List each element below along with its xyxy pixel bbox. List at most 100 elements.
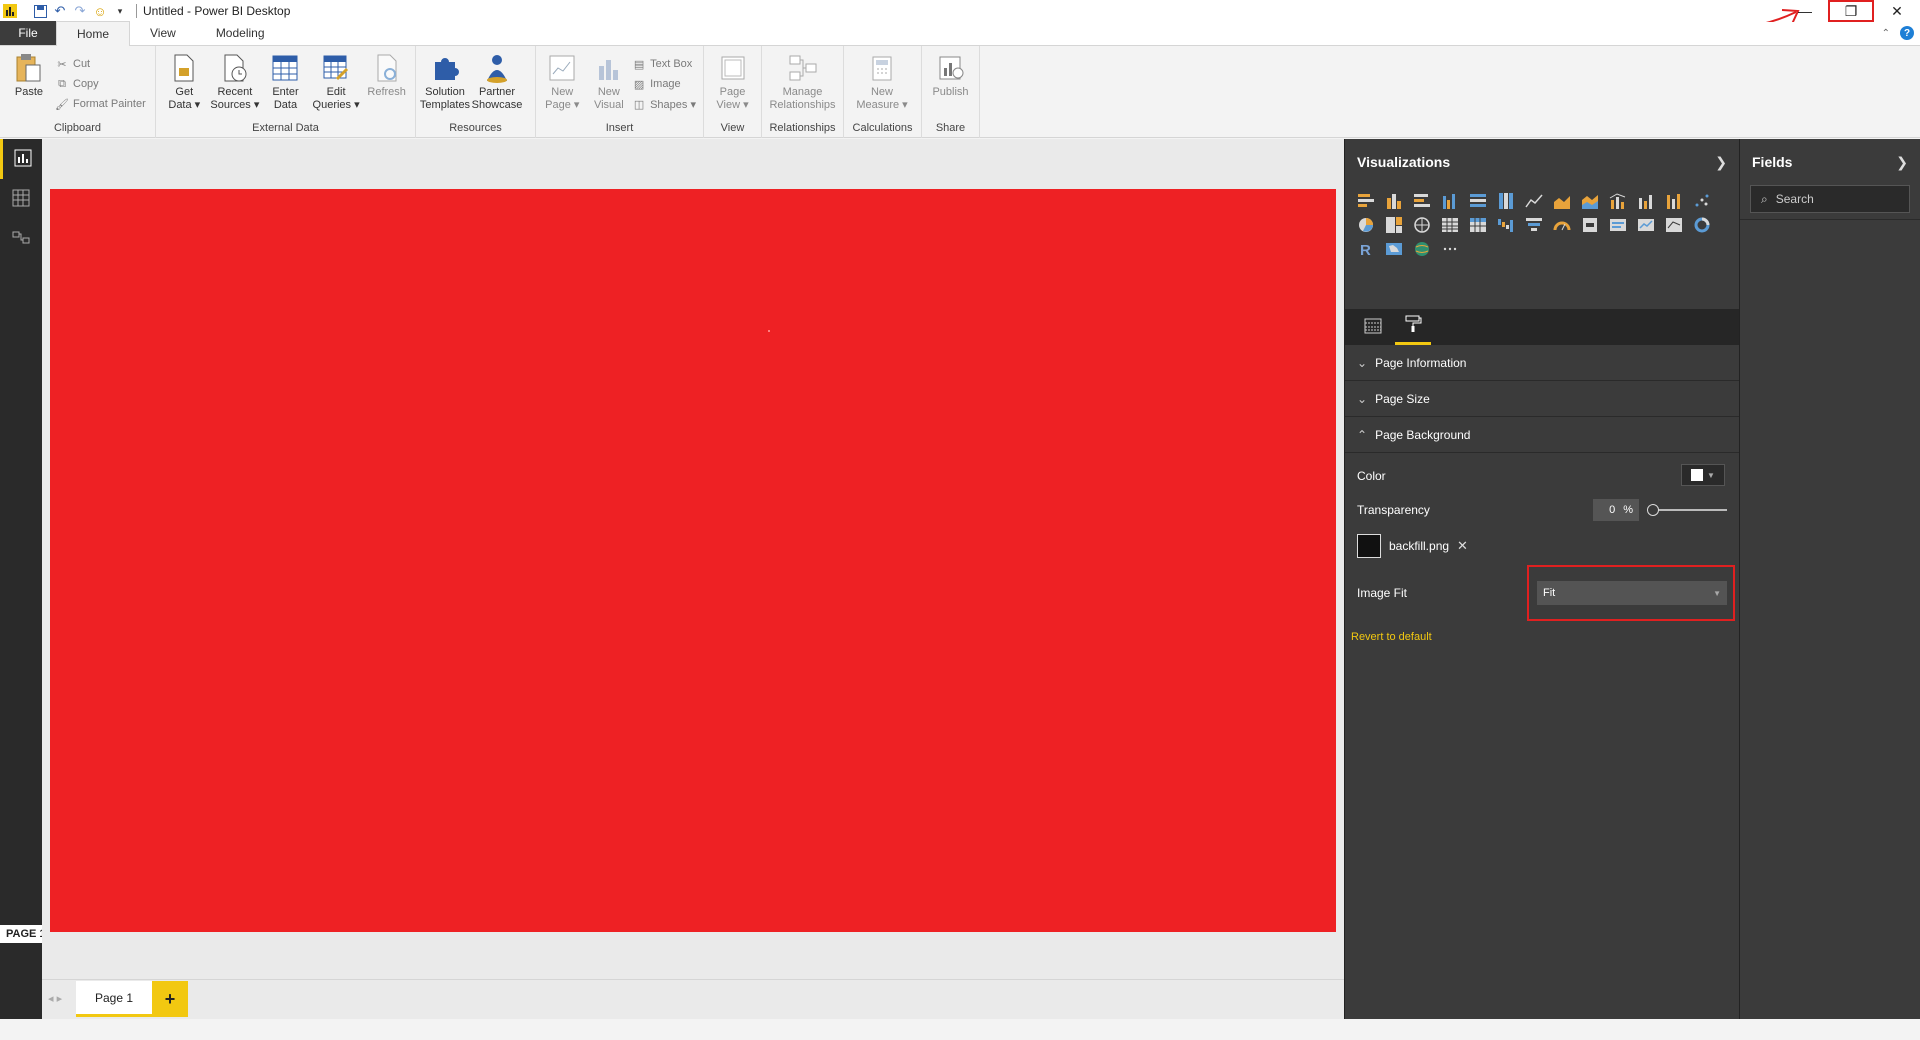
enter-data-label: Enter Data [272, 86, 299, 111]
stacked-area-icon[interactable] [1577, 189, 1603, 213]
collapse-fields-icon[interactable]: ❯ [1896, 154, 1908, 171]
resources-group: Solution Templates Partner Showcase Reso… [416, 46, 536, 138]
r-visual-icon[interactable]: R [1353, 237, 1379, 261]
copy-button[interactable]: ⧉ Copy [55, 76, 146, 92]
report-page[interactable] [50, 189, 1336, 932]
get-data-icon [169, 52, 199, 84]
image-button[interactable]: ▨ Image [632, 76, 696, 92]
area-chart-icon[interactable] [1549, 189, 1575, 213]
remove-image-icon[interactable]: ✕ [1457, 538, 1468, 554]
customize-qat-icon[interactable]: ▾ [112, 3, 128, 19]
section-page-information[interactable]: ⌄ Page Information [1345, 345, 1739, 381]
slicer-icon[interactable] [1661, 213, 1687, 237]
relationships-view-button[interactable] [0, 219, 42, 259]
line-chart-icon[interactable] [1521, 189, 1547, 213]
multirow-card-icon[interactable] [1605, 213, 1631, 237]
text-box-button[interactable]: ▤ Text Box [632, 56, 696, 72]
stacked-column-icon[interactable] [1381, 189, 1407, 213]
section-page-size[interactable]: ⌄ Page Size [1345, 381, 1739, 417]
transparency-input[interactable]: 0 % [1593, 499, 1639, 521]
card-icon[interactable] [1577, 213, 1603, 237]
help-icon[interactable]: ? [1900, 26, 1914, 40]
report-view-button[interactable] [0, 139, 42, 179]
fields-search-input[interactable]: ⌕ Search [1750, 185, 1910, 213]
transparency-unit: % [1623, 504, 1633, 516]
section-page-background[interactable]: ⌃ Page Background [1345, 417, 1739, 453]
100-column-icon[interactable] [1493, 189, 1519, 213]
search-placeholder: Search [1775, 192, 1814, 206]
manage-relationships-label: Manage Relationships [769, 86, 836, 111]
clustered-column-icon[interactable] [1437, 189, 1463, 213]
pie-chart-icon[interactable] [1353, 213, 1379, 237]
funnel-icon[interactable] [1521, 213, 1547, 237]
shapes-button[interactable]: ◫ Shapes ▾ [632, 96, 696, 112]
calculations-group: New Measure ▾ Calculations [844, 46, 922, 138]
relationships-group: Manage Relationships Relationships [762, 46, 844, 138]
transparency-slider-handle[interactable] [1647, 504, 1659, 516]
tab-file[interactable]: File [0, 21, 56, 45]
insert-group: New Page ▾ New Visual ▤ Text Box ▨ Image ◫… [536, 46, 704, 138]
fields-well-tab[interactable] [1355, 309, 1391, 345]
fields-pane: Fields ❯ ⌕ Search [1739, 139, 1920, 1019]
data-view-button[interactable] [0, 179, 42, 219]
minimize-button[interactable]: — [1782, 0, 1828, 22]
collapse-ribbon-icon[interactable]: ⌃ [1882, 28, 1890, 39]
tab-modeling[interactable]: Modeling [196, 21, 285, 45]
100-bar-icon[interactable] [1465, 189, 1491, 213]
ribbon-chart-icon[interactable] [1661, 189, 1687, 213]
format-tab[interactable] [1395, 309, 1431, 345]
new-visual-icon [594, 52, 624, 84]
clipboard-group-label: Clipboard [53, 122, 102, 134]
map-icon[interactable] [1409, 213, 1435, 237]
table-icon[interactable] [1437, 213, 1463, 237]
image-fit-dropdown[interactable]: Fit ▼ [1537, 581, 1727, 605]
restore-button[interactable]: ❐ [1828, 0, 1874, 22]
image-filename: backfill.png [1389, 539, 1450, 553]
status-bar [0, 1019, 1920, 1040]
format-painter-button[interactable]: 🖌 Format Painter [55, 96, 146, 112]
collapse-visualizations-icon[interactable]: ❯ [1715, 154, 1727, 171]
filled-map-icon[interactable] [1381, 237, 1407, 261]
donut-icon[interactable] [1689, 213, 1715, 237]
report-canvas-area[interactable] [42, 139, 1344, 979]
more-visuals-icon[interactable] [1437, 237, 1463, 261]
partner-icon [482, 52, 512, 84]
image-fit-row: Image Fit Fit ▼ [1345, 565, 1739, 621]
transparency-slider[interactable] [1647, 504, 1727, 516]
page-nav-arrows[interactable]: ◂ ▸ [48, 992, 62, 1005]
visualizations-header: Visualizations ❯ [1345, 139, 1739, 185]
page-tab[interactable]: Page 1 [76, 981, 152, 1017]
kpi-icon[interactable] [1633, 213, 1659, 237]
refresh-icon [372, 52, 402, 84]
new-page-label: New Page ▾ [545, 86, 580, 111]
tab-view[interactable]: View [130, 21, 196, 45]
redo-icon[interactable]: ↷ [72, 3, 88, 19]
image-fit-value: Fit [1543, 587, 1556, 599]
line-clustered-column-icon[interactable] [1633, 189, 1659, 213]
cut-button[interactable]: ✂ Cut [55, 56, 146, 72]
smiley-feedback-icon[interactable]: ☺ [92, 3, 108, 19]
transparency-row: Transparency 0 % [1345, 493, 1739, 527]
matrix-icon[interactable] [1465, 213, 1491, 237]
gauge-icon[interactable] [1549, 213, 1575, 237]
treemap-icon[interactable] [1381, 213, 1407, 237]
color-picker[interactable]: ▼ [1681, 464, 1725, 486]
waterfall-icon[interactable] [1493, 213, 1519, 237]
clustered-bar-icon[interactable] [1409, 189, 1435, 213]
image-thumbnail[interactable] [1357, 534, 1381, 558]
scatter-chart-icon[interactable] [1689, 189, 1715, 213]
add-page-button[interactable]: + [152, 981, 188, 1017]
close-button[interactable]: ✕ [1874, 0, 1920, 22]
revert-to-default-link[interactable]: Revert to default [1345, 631, 1739, 643]
enter-data-icon [270, 52, 300, 84]
stacked-bar-icon[interactable] [1353, 189, 1379, 213]
line-column-icon[interactable] [1605, 189, 1631, 213]
publish-label: Publish [932, 86, 969, 98]
tab-home[interactable]: Home [56, 21, 131, 46]
copy-icon: ⧉ [58, 77, 66, 90]
undo-icon[interactable]: ↶ [52, 3, 68, 19]
globe-icon[interactable] [1409, 237, 1435, 261]
cut-label: Cut [73, 58, 91, 70]
solution-templates-label: Solution Templates [419, 86, 471, 111]
save-icon[interactable] [32, 3, 48, 19]
